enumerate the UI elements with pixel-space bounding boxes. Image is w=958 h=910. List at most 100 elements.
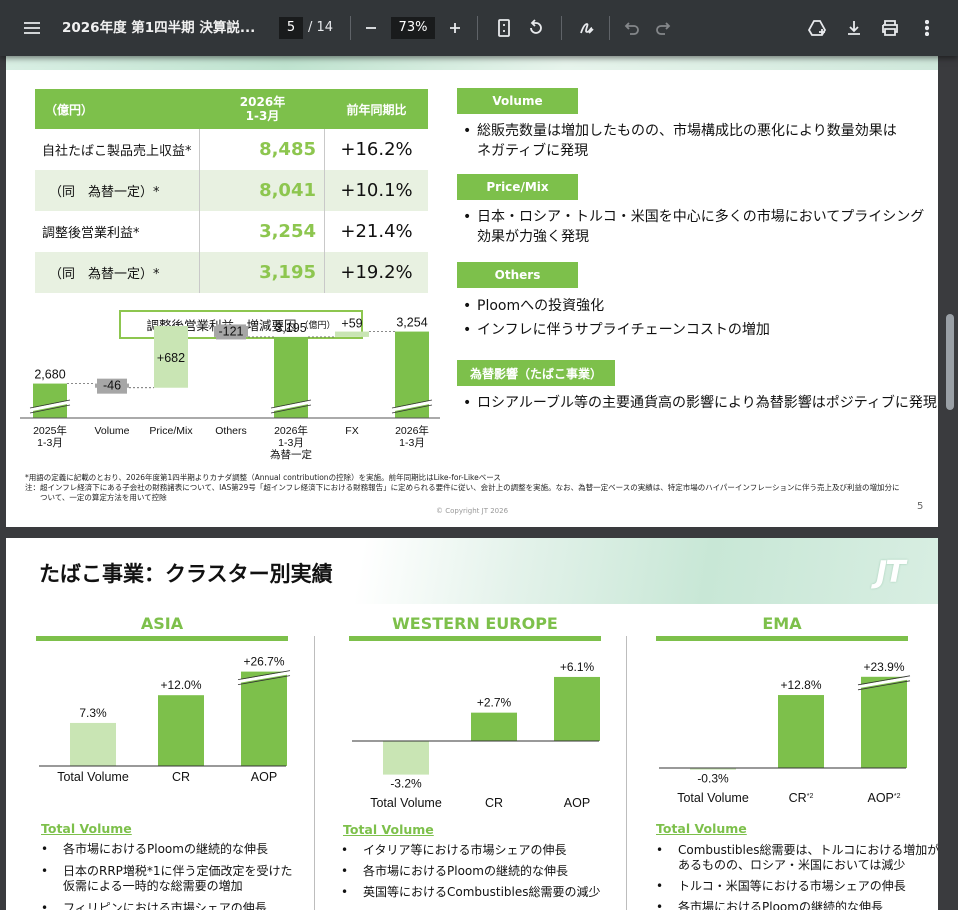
- cluster-value-label: +23.9%: [863, 660, 904, 674]
- bullet-dot: •: [41, 842, 49, 856]
- cluster-category-label: Total Volume: [57, 770, 129, 784]
- pdf-page-6: たばこ事業：クラスター別実績 JT ASIA WESTERN EUROPE EM…: [6, 538, 938, 910]
- undo-icon[interactable]: [618, 0, 646, 56]
- fit-page-icon[interactable]: [490, 0, 518, 56]
- cluster-chart-western-europe: -3.2% Total Volume +2.7% CR +6.1% AOP: [352, 660, 600, 810]
- footnote: *用語の定義に記載のとおり、2026年度第1四半期よりカナダ調整（Annual …: [25, 473, 501, 482]
- factor-text: ロシアルーブル等の主要通貨高の影響により為替影響はポジティブに発現: [477, 395, 937, 411]
- waterfall-category-label: 2026年: [395, 424, 429, 437]
- toolbar-divider: [609, 16, 610, 40]
- bullet-dot: •: [463, 395, 472, 411]
- waterfall-category-label: 1-3月: [278, 437, 304, 449]
- bullet-dot: •: [656, 900, 664, 910]
- cluster-category-label: CR: [172, 770, 190, 784]
- waterfall-value-label: +59: [341, 317, 362, 331]
- page-number: 5: [917, 501, 924, 512]
- waterfall-category-label: Others: [215, 425, 247, 437]
- bullet-dot: •: [341, 864, 349, 878]
- download-icon[interactable]: [840, 0, 868, 56]
- cluster-value-label: +12.8%: [780, 678, 821, 692]
- cluster-category-label: AOP: [564, 796, 590, 810]
- cluster-subtitle: Total Volume: [41, 821, 132, 836]
- toolbar-divider: [350, 16, 351, 40]
- copyright: © Copyright JT 2026: [436, 507, 509, 515]
- cluster-value-label: +6.1%: [560, 660, 595, 674]
- bullet-dot: •: [341, 885, 349, 899]
- cluster-category-label: AOP*2: [867, 791, 900, 805]
- bullet-text: トルコ・米国等における市場シェアの伸長: [678, 879, 906, 893]
- bullet-dot: •: [41, 864, 49, 878]
- drive-add-icon[interactable]: [804, 0, 832, 56]
- waterfall-category-label: 1-3月: [399, 437, 425, 449]
- cluster-bar: [861, 676, 907, 768]
- menu-icon[interactable]: [18, 0, 46, 56]
- zoom-in-icon[interactable]: [441, 0, 469, 56]
- waterfall-category-label: 為替一定: [270, 448, 312, 461]
- cluster-underline: [349, 636, 601, 641]
- waterfall-category-label: 1-3月: [37, 437, 63, 449]
- factor-text: 日本・ロシア・トルコ・米国を中心に多くの市場においてプライシング: [477, 209, 925, 225]
- cluster-chart-asia: 7.3% Total Volume +12.0% CR +26.7% AOP: [39, 655, 291, 784]
- factor-text: ネガティブに発現: [477, 143, 589, 159]
- waterfall-value-label: -46: [103, 379, 121, 393]
- bullet-dot: •: [656, 879, 664, 893]
- more-icon[interactable]: [913, 0, 941, 56]
- cluster-value-label: -3.2%: [390, 777, 422, 791]
- cluster-chart-ema: -0.3% Total Volume +12.8% CR*2 +23.9% AOP*2: [659, 660, 911, 805]
- cluster-value-label: +2.7%: [477, 696, 512, 710]
- pdf-toolbar: 2026年度 第1四半期 決算説... 5 / 14 73%: [0, 0, 958, 56]
- page-total: / 14: [308, 20, 334, 35]
- factor-text: インフレに伴うサプライチェーンコストの増加: [477, 322, 770, 338]
- pdf-page-5: （億円） 2026年 1-3月 前年同期比 自社たばこ製品売上収益* 8,485…: [6, 56, 938, 527]
- print-icon[interactable]: [876, 0, 904, 56]
- zoom-out-icon[interactable]: [357, 0, 385, 56]
- cluster-bar: [383, 741, 429, 775]
- waterfall-category-label: 2025年: [33, 424, 67, 437]
- footnote-marker: *2: [807, 793, 814, 800]
- cluster-bar: [471, 712, 517, 741]
- cluster-value-label: +26.7%: [243, 655, 284, 669]
- factor-badge-price-mix: Price/Mix: [457, 174, 578, 200]
- bullet-text: 各市場におけるPloomの継続的な伸長: [678, 900, 883, 910]
- bullet-text: 日本のRRP増税*1に伴う定価改定を受けた: [63, 864, 293, 878]
- bullet-dot: •: [341, 843, 349, 857]
- factor-text: 総販売数量は増加したものの、市場構成比の悪化により数量効果は: [477, 123, 897, 139]
- bullet-text: 仮需による一時的な総需要の増加: [63, 879, 243, 893]
- scrollbar-thumb[interactable]: [946, 314, 954, 410]
- bullet-dot: •: [656, 843, 664, 857]
- waterfall-category-label: 2026年: [274, 424, 308, 437]
- cluster-bar: [158, 695, 204, 766]
- column-divider: [314, 636, 315, 910]
- bullet-text: あるものの、ロシア・米国においては減少: [678, 858, 906, 872]
- cluster-underline: [36, 636, 288, 641]
- cluster-underline: [656, 636, 908, 641]
- rotate-icon[interactable]: [522, 0, 550, 56]
- cluster-category-label: AOP: [251, 770, 277, 784]
- redo-icon[interactable]: [649, 0, 677, 56]
- factor-badge-fx: 為替影響（たばこ事業）: [457, 360, 615, 386]
- cluster-bar: [554, 676, 600, 741]
- toolbar-divider: [561, 16, 562, 40]
- cluster-category-label: CR*2: [789, 791, 814, 805]
- page-number-input[interactable]: 5: [279, 17, 303, 39]
- bullet-text: 各市場におけるPloomの継続的な伸長: [363, 864, 568, 878]
- page-title: たばこ事業：クラスター別実績: [39, 562, 333, 586]
- bullet-dot: •: [463, 322, 472, 338]
- annotate-icon[interactable]: [573, 0, 601, 56]
- scrollbar-track[interactable]: [942, 56, 958, 910]
- waterfall-value-label: -121: [218, 324, 243, 338]
- waterfall-chart: 2,6802025年1-3月-46Volume+682Price/Mix-121…: [20, 316, 440, 461]
- cluster-bar: [241, 671, 287, 766]
- cluster-category-label: Total Volume: [677, 791, 749, 805]
- cluster-subtitle: Total Volume: [656, 821, 747, 836]
- cluster-title-ema: EMA: [762, 614, 802, 633]
- cluster-category-label: CR: [485, 796, 503, 810]
- factor-badge-others: Others: [457, 262, 578, 288]
- cluster-value-label: 7.3%: [79, 706, 107, 720]
- zoom-level-input[interactable]: 73%: [391, 17, 435, 39]
- waterfall-value-label: 2,680: [34, 368, 65, 382]
- bullet-text: イタリア等における市場シェアの伸長: [363, 843, 567, 857]
- waterfall-value-label: 3,254: [396, 316, 427, 330]
- footnote-marker: *2: [894, 793, 901, 800]
- footnote: 注：超インフレ経済下にある子会社の財務諸表について、IAS第29号「超インフレ経…: [25, 483, 900, 492]
